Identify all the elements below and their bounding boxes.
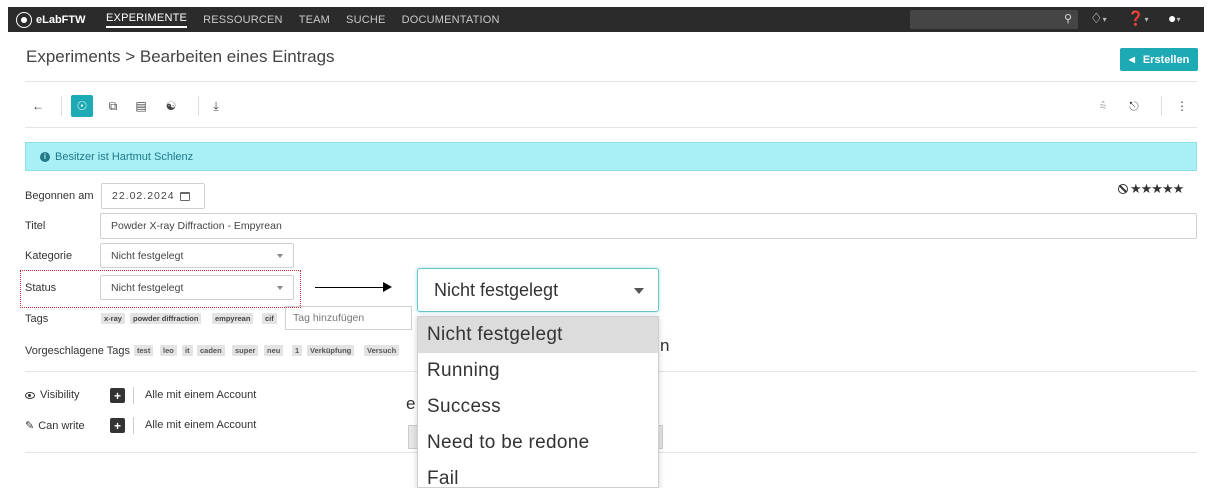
clear-rating-icon[interactable] [1118,184,1128,194]
owner-alert: i Besitzer ist Hartmut Schlenz [25,142,1197,171]
title-input[interactable]: Powder X-ray Diffraction - Empyrean [100,213,1197,239]
brand-name: eLabFTW [36,13,86,26]
divider [25,81,1197,82]
page-title: Experiments > Bearbeiten eines Eintrags [26,47,335,66]
arrow-right-icon [383,282,392,292]
pin-icon[interactable]: ⩯ [1096,95,1110,117]
share-icon[interactable]: ☯ [162,95,180,117]
tag-chip[interactable]: empyrean [212,313,254,324]
status-option[interactable]: Running [418,353,658,389]
elabftw-logo-icon [16,11,32,28]
more-icon[interactable]: ⋮ [1176,95,1188,117]
canwrite-label-text: Can write [38,419,85,432]
status-option[interactable]: Need to be redone [418,425,658,461]
status-select[interactable]: Nicht festgelegt [100,275,294,300]
chevron-down-icon [634,288,644,294]
add-visibility-button[interactable]: + [110,388,125,403]
divider [25,127,1197,128]
nav-experimente[interactable]: EXPERIMENTE [106,12,188,28]
caret-left-icon: ◀ [1128,55,1135,64]
separator [133,387,134,404]
suggested-tag[interactable]: it [182,345,193,356]
title-label: Titel [25,220,46,232]
suggested-tag[interactable]: leo [160,345,177,356]
suggested-tag[interactable]: caden [197,345,225,356]
date-label: Begonnen am [25,190,94,202]
toolbar-separator [198,96,199,116]
nav-team[interactable]: TEAM [299,14,330,26]
duplicate-icon[interactable]: ⧉ [105,95,121,117]
alert-text: Besitzer ist Hartmut Schlenz [55,150,194,163]
chevron-down-icon [277,285,283,290]
calendar-icon[interactable] [179,191,190,201]
visibility-value: Alle mit einem Account [145,389,257,401]
status-select-zoomed-value: Nicht festgelegt [434,279,559,300]
date-field[interactable]: 22.02.2024 [101,183,205,209]
tags-label: Tags [25,313,49,325]
category-select[interactable]: Nicht festgelegt [100,243,294,268]
nav-documentation[interactable]: DOCUMENTATION [402,14,500,26]
suggested-tag[interactable]: Verküpfung [307,345,355,356]
star-icons[interactable]: ★★★★★ [1130,181,1184,196]
eye-icon [25,391,35,399]
suggested-tag[interactable]: super [232,345,259,356]
info-icon: i [40,151,50,162]
status-label: Status [25,282,57,294]
tag-input[interactable]: Tag hinzufügen [285,306,412,330]
suggested-tag[interactable]: neu [264,345,284,356]
canwrite-label: ✎ Can write [25,419,85,433]
brand[interactable]: eLabFTW [16,11,106,28]
background-glyph: e [406,394,416,413]
callout-arrow [315,287,385,289]
search-input[interactable]: ⚲ [910,10,1078,29]
background-glyph: n [660,336,670,355]
create-button[interactable]: ◀ Erstellen [1120,48,1198,71]
suggested-tag[interactable]: Versuch [364,345,400,356]
lock-icon[interactable]: ⎋ [1126,95,1142,117]
help-icon[interactable]: ❓▾ [1127,10,1148,27]
add-canwrite-button[interactable]: + [110,418,125,433]
pencil-icon: ✎ [25,420,35,432]
download-icon[interactable]: ⤓ [208,95,224,117]
toolbar-separator [61,96,62,116]
user-icon[interactable]: ●▾ [1168,10,1180,26]
status-select-zoomed[interactable]: Nicht festgelegt [417,268,659,312]
status-option[interactable]: Success [418,389,658,425]
title-value: Powder X-ray Diffraction - Empyrean [111,220,282,232]
timestamp-icon[interactable]: ▤ [133,95,149,117]
category-value: Nicht festgelegt [111,249,184,262]
rating-stars[interactable]: ★★★★★ [1118,181,1184,197]
status-dropdown-menu: Nicht festgelegt Running Success Need to… [417,316,659,488]
tag-chip[interactable]: powder diffraction [130,313,202,324]
suggested-tags-label: Vorgeschlagene Tags [25,345,130,357]
nav-suche[interactable]: SUCHE [346,14,386,26]
chevron-down-icon [277,253,283,258]
create-button-label: Erstellen [1142,53,1190,66]
nav-ressourcen[interactable]: RESSOURCEN [203,14,283,26]
canwrite-value: Alle mit einem Account [145,419,257,431]
visibility-label: Visibility [25,389,80,401]
tag-chip[interactable]: x-ray [101,313,125,324]
status-value: Nicht festgelegt [111,281,184,294]
visibility-label-text: Visibility [40,389,80,401]
toolbar-separator [1161,96,1162,116]
search-icon[interactable]: ⚲ [1064,12,1072,25]
date-value: 22.02.2024 [112,190,175,202]
back-arrow-icon[interactable]: ← [30,95,46,117]
status-option[interactable]: Fail [418,461,658,487]
category-label: Kategorie [25,250,73,262]
separator [133,417,134,434]
suggested-tag[interactable]: test [134,345,154,356]
top-navbar: eLabFTW EXPERIMENTE RESSOURCEN TEAM SUCH… [8,7,1204,32]
suggested-tag[interactable]: 1 [292,345,303,356]
tag-input-placeholder: Tag hinzufügen [293,312,365,324]
status-option[interactable]: Nicht festgelegt [418,317,658,353]
view-icon[interactable]: ☉ [71,95,93,117]
tag-chip[interactable]: cif [262,313,277,324]
bell-icon[interactable]: ♢▾ [1090,10,1107,27]
